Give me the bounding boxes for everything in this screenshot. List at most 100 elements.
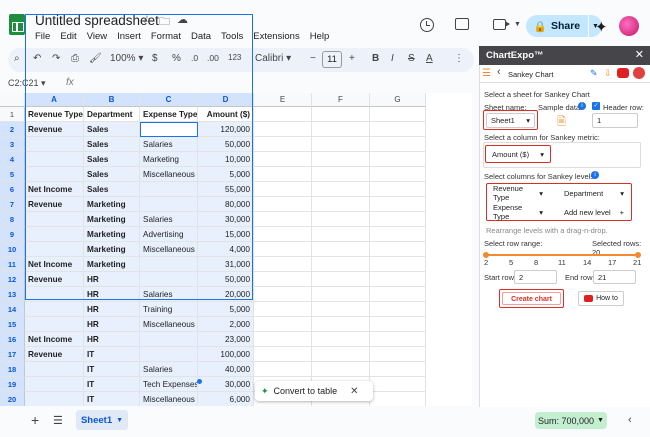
table-cell[interactable] (140, 197, 198, 212)
table-cell[interactable]: Salaries (140, 287, 198, 302)
more-formats-button[interactable]: 123 (228, 53, 241, 62)
table-cell[interactable] (370, 362, 426, 377)
table-cell[interactable] (140, 347, 198, 362)
table-cell[interactable]: Revenue Type (25, 107, 84, 122)
row-header[interactable]: 2 (0, 122, 25, 137)
menu-data[interactable]: Data (191, 31, 211, 42)
table-cell[interactable] (25, 287, 84, 302)
convert-to-table-chip[interactable]: ✦ Convert to table ✕ (255, 381, 373, 401)
comments-icon[interactable] (455, 18, 469, 30)
row-header[interactable]: 12 (0, 272, 25, 287)
row-header[interactable]: 5 (0, 167, 25, 182)
bold-icon[interactable]: B (372, 53, 379, 64)
table-cell[interactable]: HR (84, 272, 140, 287)
menu-extensions[interactable]: Extensions (253, 31, 299, 42)
menu-view[interactable]: View (87, 31, 107, 42)
end-row-input[interactable]: 21 (593, 270, 636, 284)
table-cell[interactable]: Sales (84, 152, 140, 167)
row-header[interactable]: 4 (0, 152, 25, 167)
strikethrough-icon[interactable]: S (408, 53, 415, 64)
column-header[interactable]: B (84, 93, 140, 107)
row-header[interactable]: 9 (0, 227, 25, 242)
column-header[interactable]: F (312, 93, 370, 107)
table-cell[interactable] (254, 182, 312, 197)
table-cell[interactable] (370, 167, 426, 182)
table-cell[interactable] (25, 227, 84, 242)
table-cell[interactable]: IT (84, 392, 140, 406)
table-cell[interactable] (140, 332, 198, 347)
table-cell[interactable] (370, 332, 426, 347)
table-cell[interactable] (370, 377, 426, 392)
table-cell[interactable] (312, 152, 370, 167)
row-header[interactable]: 11 (0, 257, 25, 272)
table-cell[interactable] (312, 362, 370, 377)
sample-data-icon[interactable]: 🗎 (557, 113, 566, 132)
table-cell[interactable] (370, 272, 426, 287)
level-select-2[interactable]: Department ▾ (560, 186, 628, 200)
table-cell[interactable]: Sales (84, 182, 140, 197)
row-header[interactable]: 18 (0, 362, 25, 377)
table-cell[interactable] (25, 362, 84, 377)
table-cell[interactable]: Net Income (25, 332, 84, 347)
table-cell[interactable]: Revenue (25, 122, 84, 137)
table-cell[interactable] (312, 197, 370, 212)
row-header[interactable]: 7 (0, 197, 25, 212)
more-options-icon[interactable]: ⋮ (454, 53, 464, 64)
row-header[interactable]: 17 (0, 347, 25, 362)
menu-help[interactable]: Help (310, 31, 330, 42)
table-cell[interactable]: 20,000 (198, 287, 254, 302)
table-cell[interactable]: 5,000 (198, 302, 254, 317)
table-cell[interactable]: HR (84, 332, 140, 347)
table-cell[interactable]: HR (84, 302, 140, 317)
hamburger-menu-icon[interactable]: ☰ (482, 68, 491, 79)
table-cell[interactable]: Revenue (25, 197, 84, 212)
increase-font-size-icon[interactable]: + (349, 53, 355, 64)
table-cell[interactable] (254, 242, 312, 257)
how-to-button[interactable]: How to (578, 291, 624, 306)
table-cell[interactable] (140, 122, 198, 137)
table-cell[interactable] (254, 332, 312, 347)
increase-decimal-button[interactable]: .00 (207, 53, 219, 63)
table-cell[interactable]: IT (84, 362, 140, 377)
table-cell[interactable] (370, 137, 426, 152)
spreadsheet-grid[interactable]: A B C D E F G 1 Revenue Type Department Expense Ty… (0, 93, 472, 406)
row-header[interactable]: 8 (0, 212, 25, 227)
row-header[interactable]: 3 (0, 137, 25, 152)
user-account-icon[interactable] (633, 67, 645, 79)
table-cell[interactable] (370, 227, 426, 242)
column-header[interactable]: D (198, 93, 254, 107)
search-menus-icon[interactable]: ⌕ (14, 53, 20, 64)
table-cell[interactable]: 40,000 (198, 362, 254, 377)
move-folder-icon[interactable]: 🗀 (159, 13, 170, 32)
document-title[interactable]: Untitled spreadsheet (35, 13, 159, 28)
info-icon[interactable]: i (578, 102, 586, 110)
decrease-decimal-button[interactable]: .0 (191, 53, 198, 63)
table-cell[interactable] (370, 107, 426, 122)
star-icon[interactable]: ☆ (142, 13, 152, 26)
close-icon[interactable]: ✕ (350, 386, 358, 397)
table-cell[interactable] (370, 197, 426, 212)
row-range-slider[interactable] (486, 254, 638, 256)
table-cell[interactable] (312, 332, 370, 347)
table-cell[interactable]: Revenue (25, 272, 84, 287)
redo-icon[interactable]: ↷ (52, 53, 60, 64)
table-cell[interactable] (312, 302, 370, 317)
table-cell[interactable] (25, 152, 84, 167)
close-icon[interactable]: ✕ (635, 46, 644, 65)
sheet-tab[interactable]: Sheet1 ▼ (76, 410, 128, 430)
back-icon[interactable]: ‹ (497, 66, 501, 78)
table-cell[interactable]: Salaries (140, 362, 198, 377)
table-cell[interactable]: Miscellaneous (140, 317, 198, 332)
column-header[interactable]: E (254, 93, 312, 107)
sheet-select[interactable]: Sheet1 ▾ (486, 113, 535, 128)
table-cell[interactable] (254, 137, 312, 152)
table-cell[interactable] (312, 167, 370, 182)
table-cell[interactable]: Advertising (140, 227, 198, 242)
table-cell[interactable]: 50,000 (198, 137, 254, 152)
table-cell[interactable] (25, 302, 84, 317)
row-header[interactable]: 13 (0, 287, 25, 302)
table-cell[interactable] (25, 392, 84, 406)
table-cell[interactable]: 5,000 (198, 167, 254, 182)
row-header[interactable]: 10 (0, 242, 25, 257)
table-cell[interactable] (254, 317, 312, 332)
